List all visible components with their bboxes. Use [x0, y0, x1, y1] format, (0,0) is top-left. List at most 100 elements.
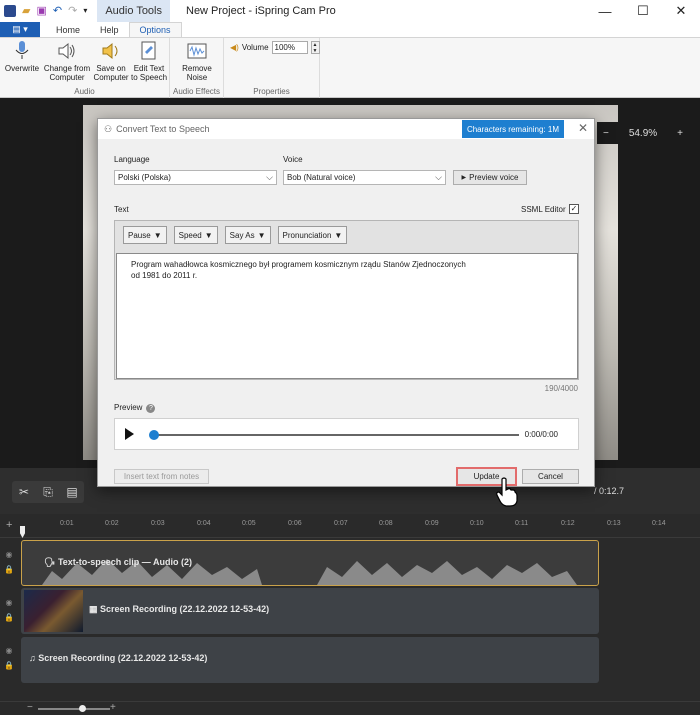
pronunciation-dropdown[interactable]: Pronunciation ▼: [277, 226, 348, 244]
tick: 0:06: [288, 520, 302, 527]
caret-down-icon: ▼: [204, 230, 213, 240]
minimize-button[interactable]: —: [586, 0, 624, 22]
edit-tools: ✂ ⎘ ▤: [12, 481, 84, 503]
speed-dropdown[interactable]: Speed ▼: [173, 226, 218, 244]
ribbon-tabs: ▤ ▾ Home Help Options: [0, 22, 700, 37]
hand-cursor-icon: [496, 477, 518, 507]
save-on-computer-button[interactable]: Save on Computer: [92, 40, 130, 82]
tts-clip-text: Text-to-speech clip — Audio (2): [57, 557, 192, 567]
change-from-computer-button[interactable]: Change from Computer: [42, 40, 92, 82]
maximize-button[interactable]: ☐: [624, 0, 662, 22]
ssml-editor-label: SSML Editor: [521, 205, 566, 214]
audio-tools-context-tab: Audio Tools: [97, 0, 170, 22]
timeline-zoom-slider[interactable]: [38, 708, 110, 710]
eye-icon[interactable]: ◉: [6, 598, 13, 607]
audio-group: Overwrite Change from Computer Save on C…: [0, 38, 170, 98]
paste-icon[interactable]: ▤: [60, 481, 84, 503]
properties-group: ◀) Volume 100% ▲ ▼ Properties: [224, 38, 320, 98]
lock-icon[interactable]: 🔒: [4, 565, 14, 574]
screen-recording-video-clip[interactable]: ▦ Screen Recording (22.12.2022 12-53-42): [21, 588, 599, 634]
timeline-tracks: ◉ 🔒 ◉ 🔒 ◉ 🔒 🗣 Text-to-speech clip — Audio (…: [0, 538, 700, 701]
tts-icon: ⚇: [104, 123, 113, 134]
tick: 0:05: [242, 520, 256, 527]
undo-icon[interactable]: ↶: [53, 4, 62, 18]
speaker-icon: [58, 42, 75, 60]
insert-text-from-notes-button[interactable]: Insert text from notes: [114, 469, 209, 484]
overwrite-button[interactable]: Overwrite: [4, 40, 40, 73]
copy-icon[interactable]: ⎘: [36, 481, 60, 503]
lock-icon[interactable]: 🔒: [4, 613, 14, 622]
edit-text-to-speech-label: Edit Text to Speech: [130, 64, 168, 82]
play-icon[interactable]: [125, 428, 134, 440]
speed-label: Speed: [178, 230, 202, 240]
volume-icon: ◀): [230, 43, 239, 52]
language-select[interactable]: Polski (Polska) ⌵: [114, 170, 277, 185]
remove-noise-label: Remove Noise: [182, 64, 212, 82]
timeline-zoom-out-icon[interactable]: −: [27, 702, 33, 713]
track-controls: ◉ 🔒: [0, 550, 18, 574]
cancel-button[interactable]: Cancel: [522, 469, 579, 484]
player-time: 0:00/0:00: [524, 430, 558, 439]
screen-recording-audio-clip[interactable]: ♫ Screen Recording (22.12.2022 12-53-42): [21, 637, 599, 683]
dialog-close-icon[interactable]: ✕: [578, 121, 588, 135]
seek-knob[interactable]: [149, 430, 159, 440]
zoom-control: − 54.9% +: [597, 122, 689, 144]
timeline-zoom-bar: − +: [0, 701, 700, 715]
language-value: Polski (Polska): [118, 173, 171, 182]
video-clip-text: Screen Recording (22.12.2022 12-53-42): [100, 604, 270, 614]
dialog-title: Convert Text to Speech: [116, 124, 210, 134]
lock-icon[interactable]: 🔒: [4, 661, 14, 670]
noise-icon: [187, 43, 207, 59]
tick: 0:14: [652, 520, 666, 527]
character-counter: 190/4000: [544, 384, 578, 393]
volume-spinner[interactable]: ▲ ▼: [310, 41, 320, 54]
zoom-value: 54.9%: [628, 127, 658, 139]
zoom-in-button[interactable]: +: [677, 128, 683, 139]
spin-down-icon[interactable]: ▼: [313, 48, 318, 54]
timeline-zoom-knob[interactable]: [79, 705, 86, 712]
remove-noise-button[interactable]: Remove Noise: [178, 40, 216, 82]
say-as-dropdown[interactable]: Say As ▼: [224, 226, 271, 244]
speech-text-area[interactable]: Program wahadłowca kosmicznego był progr…: [116, 253, 578, 379]
tick: 0:12: [561, 520, 575, 527]
timeline-zoom-in-icon[interactable]: +: [110, 702, 116, 713]
tab-help[interactable]: Help: [90, 22, 129, 37]
ribbon: Overwrite Change from Computer Save on C…: [0, 37, 700, 98]
playhead[interactable]: [20, 526, 25, 538]
eye-icon[interactable]: ◉: [6, 550, 13, 559]
preview-player: 0:00/0:00: [114, 418, 579, 450]
tick: 0:10: [470, 520, 484, 527]
save-icon[interactable]: ▣: [36, 4, 46, 18]
app-icon: [4, 5, 16, 17]
file-menu-button[interactable]: ▤ ▾: [0, 22, 40, 37]
tts-clip-icon: 🗣: [44, 557, 56, 567]
tab-options[interactable]: Options: [128, 22, 182, 37]
edit-text-to-speech-button[interactable]: Edit Text to Speech: [130, 40, 168, 82]
play-small-icon: ▶: [461, 175, 467, 181]
eye-icon[interactable]: ◉: [6, 646, 13, 655]
add-track-icon[interactable]: +: [6, 519, 12, 531]
zoom-out-button[interactable]: −: [603, 128, 609, 139]
pause-dropdown[interactable]: Pause ▼: [123, 226, 167, 244]
tts-audio-clip[interactable]: 🗣 Text-to-speech clip — Audio (2): [21, 540, 599, 586]
help-icon[interactable]: ?: [146, 404, 156, 413]
close-button[interactable]: ✕: [662, 0, 700, 22]
audio-clip-text: Screen Recording (22.12.2022 12-53-42): [38, 653, 208, 663]
voice-select[interactable]: Bob (Natural voice) ⌵: [283, 170, 446, 185]
pause-label: Pause: [128, 230, 151, 240]
audio-clip-label: ♫ Screen Recording (22.12.2022 12-53-42): [29, 653, 207, 663]
open-folder-icon[interactable]: ▰: [22, 4, 30, 18]
change-from-computer-label: Change from Computer: [43, 64, 91, 82]
edit-document-icon: [141, 41, 156, 60]
redo-icon[interactable]: ↷: [68, 4, 77, 18]
customize-chevron-icon[interactable]: ▾: [83, 4, 87, 18]
total-time: / 0:12.7: [594, 486, 625, 496]
tick: 0:02: [105, 520, 119, 527]
preview-voice-button[interactable]: ▶ Preview voice: [453, 170, 527, 185]
tab-home[interactable]: Home: [46, 22, 90, 37]
video-thumbnail: [24, 590, 83, 632]
ssml-editor-checkbox[interactable]: ✓: [569, 204, 579, 214]
volume-input[interactable]: 100%: [271, 41, 308, 54]
cut-icon[interactable]: ✂: [12, 481, 36, 503]
seek-bar[interactable]: [155, 434, 519, 436]
